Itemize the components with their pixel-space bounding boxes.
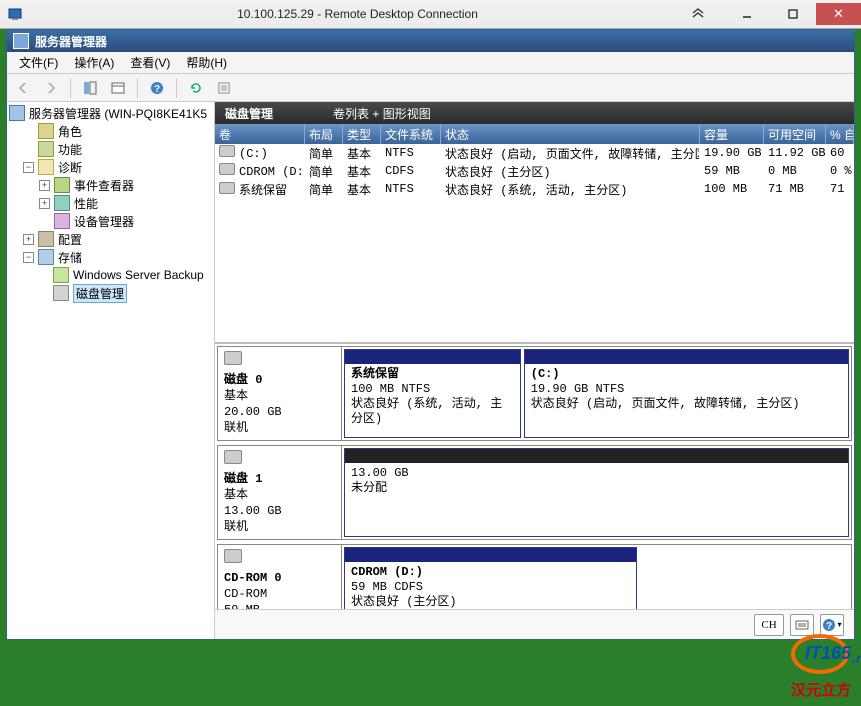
volume-row[interactable]: 系统保留简单基本NTFS状态良好 (系统, 活动, 主分区)100 MB71 M… xyxy=(215,180,854,198)
app-title: 服务器管理器 xyxy=(35,33,107,50)
disk-row[interactable]: CD-ROM 0CD-ROM59 MB联机CDROM (D:)59 MB CDF… xyxy=(217,544,852,609)
disk-meta: 磁盘 1基本13.00 GB联机 xyxy=(218,446,342,539)
content-header: 磁盘管理 卷列表 + 图形视图 xyxy=(215,102,854,124)
menu-help[interactable]: 帮助(H) xyxy=(178,52,235,73)
disk-icon xyxy=(224,549,242,563)
col-layout[interactable]: 布局 xyxy=(305,124,343,144)
tree-configuration[interactable]: 配置 xyxy=(58,231,82,248)
partition[interactable]: 系统保留100 MB NTFS状态良好 (系统, 活动, 主分区) xyxy=(344,349,521,438)
menu-file[interactable]: 文件(F) xyxy=(11,52,66,73)
server-manager-window: 服务器管理器 文件(F) 操作(A) 查看(V) 帮助(H) ? 服务器管理器 … xyxy=(6,29,855,640)
col-pct[interactable]: % 自 xyxy=(826,124,854,144)
properties-button[interactable] xyxy=(106,76,130,100)
action-list-button[interactable] xyxy=(212,76,236,100)
restore-down-icon[interactable] xyxy=(691,7,705,22)
rdp-title: 10.100.125.29 - Remote Desktop Connectio… xyxy=(24,7,691,21)
volume-row[interactable]: (C:)简单基本NTFS状态良好 (启动, 页面文件, 故障转储, 主分区)19… xyxy=(215,144,854,162)
nav-back-button[interactable] xyxy=(11,76,35,100)
help-button[interactable]: ? xyxy=(145,76,169,100)
configuration-icon xyxy=(38,231,54,247)
diagnostics-icon xyxy=(38,159,54,175)
tree-roles[interactable]: 角色 xyxy=(58,123,82,140)
refresh-button[interactable] xyxy=(184,76,208,100)
show-hide-tree-button[interactable] xyxy=(78,76,102,100)
nav-forward-button[interactable] xyxy=(39,76,63,100)
volume-icon xyxy=(219,163,235,175)
storage-collapse-toggle[interactable]: − xyxy=(23,252,34,263)
volume-grid-header: 卷 布局 类型 文件系统 状态 容量 可用空间 % 自 xyxy=(215,124,854,144)
menu-view[interactable]: 查看(V) xyxy=(122,52,178,73)
tree-disk-management[interactable]: 磁盘管理 xyxy=(73,284,127,303)
disk-mgmt-icon xyxy=(53,285,69,301)
app-icon xyxy=(13,33,29,49)
disk-graphical-area[interactable]: 磁盘 0基本20.00 GB联机系统保留100 MB NTFS状态良好 (系统,… xyxy=(215,342,854,609)
col-volume[interactable]: 卷 xyxy=(215,124,305,144)
help-toolbar-button[interactable]: ? ▾ xyxy=(820,614,844,636)
backup-icon xyxy=(53,267,69,283)
tree-diagnostics[interactable]: 诊断 xyxy=(58,159,82,176)
nav-tree[interactable]: 服务器管理器 (WIN-PQI8KE41K5 角色 功能 − 诊断 + 事件查看… xyxy=(7,102,215,639)
rdp-titlebar: 10.100.125.29 - Remote Desktop Connectio… xyxy=(0,0,861,29)
perf-expand-toggle[interactable]: + xyxy=(39,198,50,209)
col-status[interactable]: 状态 xyxy=(441,124,700,144)
disk-row[interactable]: 磁盘 1基本13.00 GB联机13.00 GB未分配 xyxy=(217,445,852,540)
logo-net: .net xyxy=(852,650,861,666)
ime-button[interactable]: CH xyxy=(754,614,784,636)
svg-text:?: ? xyxy=(154,84,160,95)
disk-meta: 磁盘 0基本20.00 GB联机 xyxy=(218,347,342,440)
volume-icon xyxy=(219,145,235,157)
col-type[interactable]: 类型 xyxy=(343,124,381,144)
content-pane: 磁盘管理 卷列表 + 图形视图 卷 布局 类型 文件系统 状态 容量 可用空间 … xyxy=(215,102,854,639)
rdp-icon xyxy=(8,6,24,22)
config-expand-toggle[interactable]: + xyxy=(23,234,34,245)
disk-icon xyxy=(224,450,242,464)
toolbar: ? xyxy=(7,74,854,102)
partition[interactable]: (C:)19.90 GB NTFS状态良好 (启动, 页面文件, 故障转储, 主… xyxy=(524,349,849,438)
diag-collapse-toggle[interactable]: − xyxy=(23,162,34,173)
tree-event-viewer[interactable]: 事件查看器 xyxy=(74,177,134,194)
col-fs[interactable]: 文件系统 xyxy=(381,124,441,144)
menu-action[interactable]: 操作(A) xyxy=(66,52,122,73)
roles-icon xyxy=(38,123,54,139)
tree-backup[interactable]: Windows Server Backup xyxy=(73,268,204,282)
content-subtitle: 卷列表 + 图形视图 xyxy=(333,105,431,122)
col-capacity[interactable]: 容量 xyxy=(700,124,764,144)
tree-features[interactable]: 功能 xyxy=(58,141,82,158)
server-icon xyxy=(9,105,25,121)
tree-storage[interactable]: 存储 xyxy=(58,249,82,266)
logo-brand: IT165 xyxy=(805,643,851,664)
col-free[interactable]: 可用空间 xyxy=(764,124,826,144)
event-viewer-icon xyxy=(54,177,70,193)
maximize-button[interactable] xyxy=(770,3,815,25)
volume-row[interactable]: CDROM (D:)简单基本CDFS状态良好 (主分区)59 MB0 MB0 % xyxy=(215,162,854,180)
watermark-logo: IT165 .net 汉元立方 xyxy=(791,634,851,700)
features-icon xyxy=(38,141,54,157)
content-title: 磁盘管理 xyxy=(225,105,273,122)
storage-icon xyxy=(38,249,54,265)
close-button[interactable]: ✕ xyxy=(816,3,861,25)
device-manager-icon xyxy=(54,213,70,229)
tree-root[interactable]: 服务器管理器 (WIN-PQI8KE41K5 xyxy=(29,105,207,122)
svg-text:?: ? xyxy=(826,621,832,632)
minimize-button[interactable] xyxy=(724,3,769,25)
volume-grid[interactable]: (C:)简单基本NTFS状态良好 (启动, 页面文件, 故障转储, 主分区)19… xyxy=(215,144,854,342)
bottom-toolbar: CH ? ▾ xyxy=(215,609,854,639)
volume-icon xyxy=(219,182,235,194)
logo-sub: 汉元立方 xyxy=(791,679,851,700)
disk-icon xyxy=(224,351,242,365)
partition[interactable]: 13.00 GB未分配 xyxy=(344,448,849,537)
keyboard-button[interactable] xyxy=(790,614,814,636)
event-expand-toggle[interactable]: + xyxy=(39,180,50,191)
tree-device-manager[interactable]: 设备管理器 xyxy=(74,213,134,230)
performance-icon xyxy=(54,195,70,211)
app-titlebar: 服务器管理器 xyxy=(7,30,854,52)
disk-row[interactable]: 磁盘 0基本20.00 GB联机系统保留100 MB NTFS状态良好 (系统,… xyxy=(217,346,852,441)
disk-meta: CD-ROM 0CD-ROM59 MB联机 xyxy=(218,545,342,609)
tree-performance[interactable]: 性能 xyxy=(74,195,98,212)
menubar: 文件(F) 操作(A) 查看(V) 帮助(H) xyxy=(7,52,854,74)
partition[interactable]: CDROM (D:)59 MB CDFS状态良好 (主分区) xyxy=(344,547,637,609)
